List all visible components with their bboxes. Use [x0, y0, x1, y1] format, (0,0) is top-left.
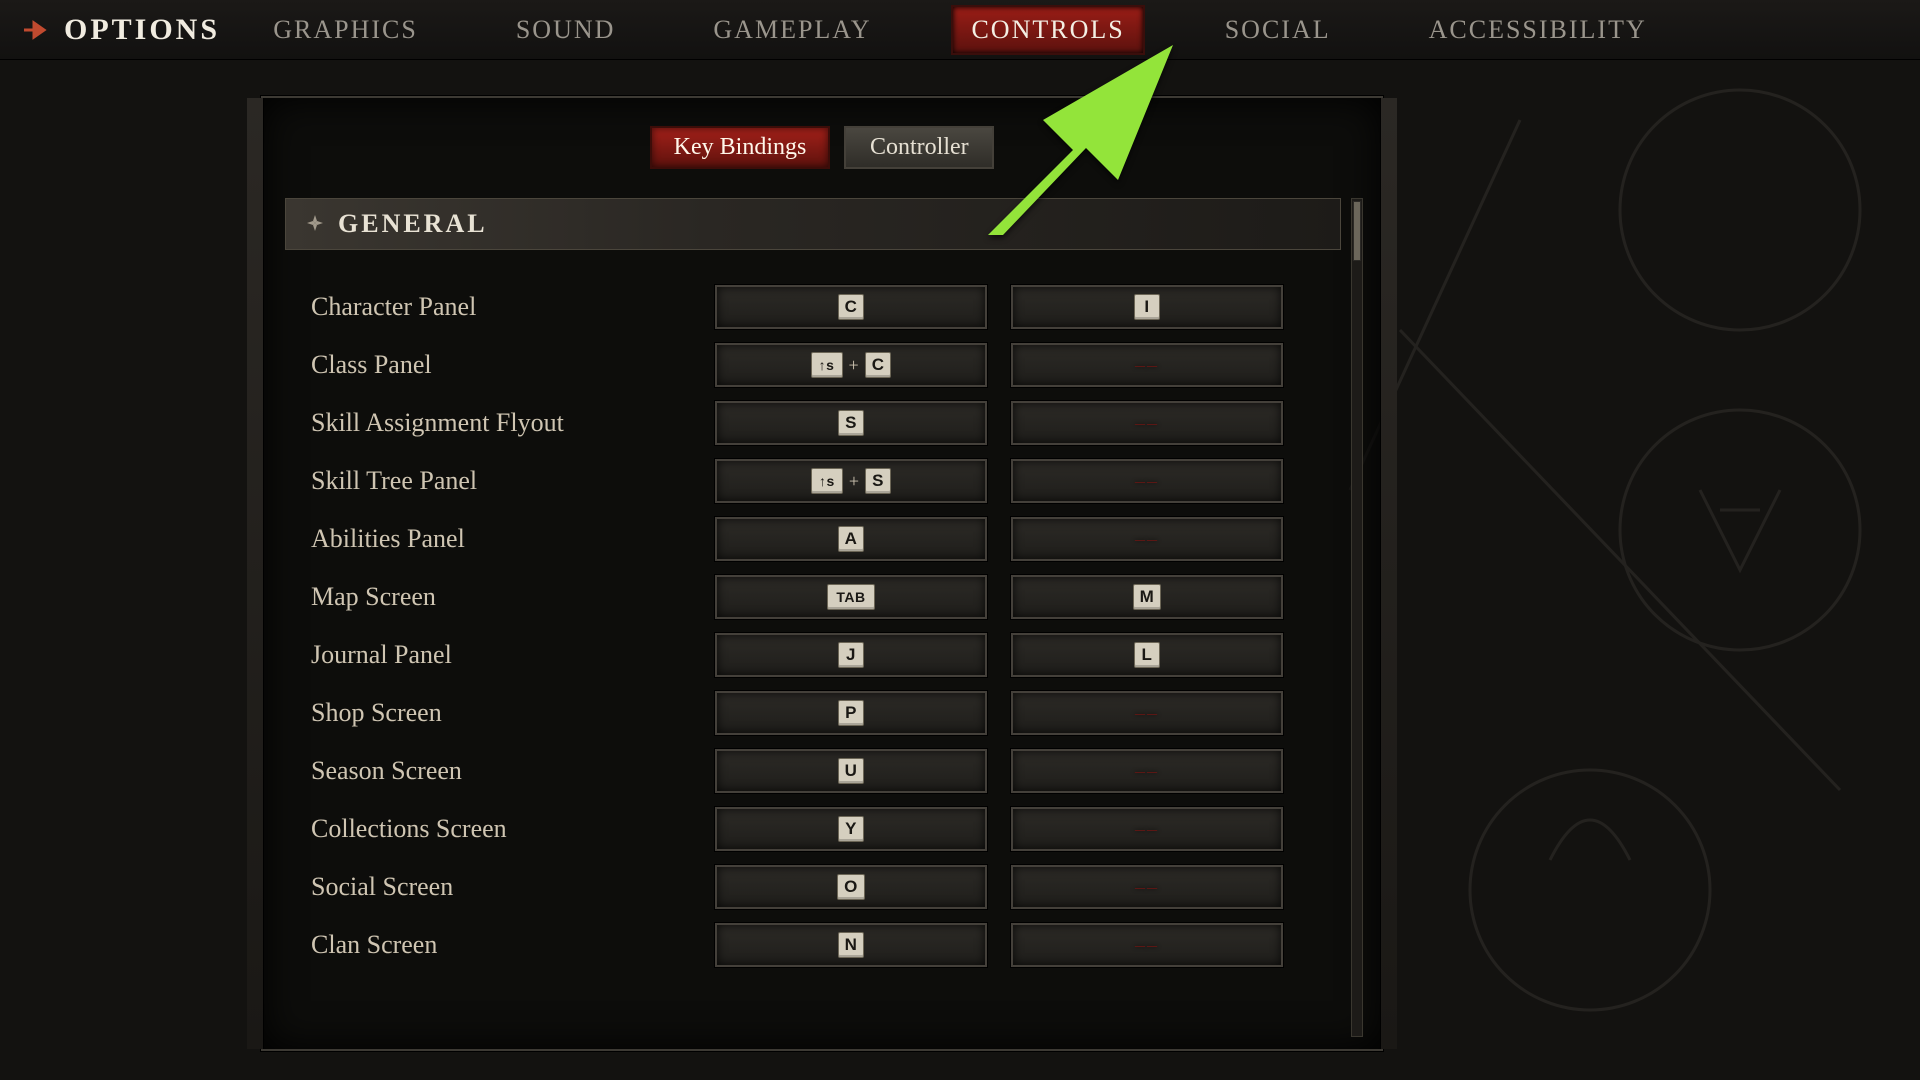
binding-row: Clan Screen N ––: [285, 916, 1341, 974]
unbound-indicator: ––: [1135, 470, 1159, 493]
keycap: P: [838, 700, 864, 726]
binding-label: Shop Screen: [311, 698, 691, 728]
secondary-binding-slot[interactable]: ––: [1011, 923, 1283, 967]
keycap: C: [838, 294, 865, 320]
keycap: S: [865, 468, 891, 494]
secondary-binding-slot[interactable]: ––: [1011, 807, 1283, 851]
primary-binding-slot[interactable]: U: [715, 749, 987, 793]
tab-sound[interactable]: SOUND: [498, 7, 634, 53]
binding-label: Abilities Panel: [311, 524, 691, 554]
secondary-binding-slot[interactable]: L: [1011, 633, 1283, 677]
tab-accessibility[interactable]: ACCESSIBILITY: [1411, 7, 1665, 53]
tab-controls[interactable]: CONTROLS: [951, 5, 1144, 55]
secondary-binding-slot[interactable]: I: [1011, 285, 1283, 329]
unbound-indicator: ––: [1135, 818, 1159, 841]
unbound-indicator: ––: [1135, 412, 1159, 435]
binding-row: Shop Screen P ––: [285, 684, 1341, 742]
primary-binding-slot[interactable]: ↑s + C: [715, 343, 987, 387]
unbound-indicator: ––: [1135, 354, 1159, 377]
primary-binding-slot[interactable]: S: [715, 401, 987, 445]
binding-label: Skill Tree Panel: [311, 466, 691, 496]
background-glyph-art: [1320, 60, 1920, 1080]
keycap: I: [1134, 294, 1160, 320]
primary-binding-slot[interactable]: C: [715, 285, 987, 329]
tab-graphics[interactable]: GRAPHICS: [255, 7, 436, 53]
page-title: OPTIONS: [64, 13, 220, 47]
keycap: A: [838, 526, 865, 552]
binding-row: Skill Tree Panel ↑s + S ––: [285, 452, 1341, 510]
keycap: TAB: [827, 584, 875, 610]
keycap: C: [865, 352, 892, 378]
section-header-general: GENERAL: [285, 198, 1341, 250]
primary-binding-slot[interactable]: J: [715, 633, 987, 677]
unbound-indicator: ––: [1135, 760, 1159, 783]
secondary-binding-slot[interactable]: ––: [1011, 459, 1283, 503]
keycap: O: [837, 874, 865, 900]
binding-label: Season Screen: [311, 756, 691, 786]
binding-label: Class Panel: [311, 350, 691, 380]
secondary-binding-slot[interactable]: ––: [1011, 865, 1283, 909]
unbound-indicator: ––: [1135, 876, 1159, 899]
secondary-binding-slot[interactable]: ––: [1011, 517, 1283, 561]
binding-label: Social Screen: [311, 872, 691, 902]
bindings-scroll-area: GENERAL Character PanelCIClass Panel↑s+C…: [285, 198, 1341, 1037]
binding-label: Map Screen: [311, 582, 691, 612]
keycap: S: [838, 410, 864, 436]
binding-row: Map Screen TAB M: [285, 568, 1341, 626]
bindings-list: Character PanelCIClass Panel↑s+C––Skill …: [285, 278, 1341, 974]
binding-label: Journal Panel: [311, 640, 691, 670]
binding-row: Abilities Panel A ––: [285, 510, 1341, 568]
unbound-indicator: ––: [1135, 528, 1159, 551]
binding-label: Clan Screen: [311, 930, 691, 960]
combo-plus: +: [849, 471, 859, 492]
keycap: ↑s: [811, 352, 843, 378]
controls-panel: Key Bindings Controller GENERAL Characte…: [261, 96, 1383, 1051]
subtab-controller[interactable]: Controller: [844, 126, 994, 169]
keycap: Y: [838, 816, 864, 842]
binding-row: Journal Panel J L: [285, 626, 1341, 684]
keycap: L: [1134, 642, 1160, 668]
section-title: GENERAL: [338, 209, 488, 239]
tab-gameplay[interactable]: GAMEPLAY: [695, 7, 889, 53]
primary-binding-slot[interactable]: Y: [715, 807, 987, 851]
options-cursor-icon: [22, 18, 52, 42]
subtab-key-bindings[interactable]: Key Bindings: [650, 126, 831, 169]
secondary-binding-slot[interactable]: ––: [1011, 749, 1283, 793]
vertical-scrollbar[interactable]: [1351, 198, 1363, 1037]
binding-row: Collections Screen Y ––: [285, 800, 1341, 858]
secondary-binding-slot[interactable]: ––: [1011, 401, 1283, 445]
secondary-binding-slot[interactable]: ––: [1011, 691, 1283, 735]
keycap: N: [838, 932, 865, 958]
secondary-binding-slot[interactable]: ––: [1011, 343, 1283, 387]
unbound-indicator: ––: [1135, 934, 1159, 957]
primary-binding-slot[interactable]: A: [715, 517, 987, 561]
secondary-binding-slot[interactable]: M: [1011, 575, 1283, 619]
section-collapse-icon: [306, 209, 324, 239]
binding-row: Season Screen U ––: [285, 742, 1341, 800]
primary-binding-slot[interactable]: N: [715, 923, 987, 967]
combo-plus: +: [849, 355, 859, 376]
unbound-indicator: ––: [1135, 702, 1159, 725]
primary-binding-slot[interactable]: O: [715, 865, 987, 909]
keycap: U: [838, 758, 865, 784]
binding-label: Skill Assignment Flyout: [311, 408, 691, 438]
binding-label: Collections Screen: [311, 814, 691, 844]
binding-row: Character Panel C I: [285, 278, 1341, 336]
binding-row: Social Screen O ––: [285, 858, 1341, 916]
controls-subtab-strip: Key Bindings Controller: [263, 98, 1381, 189]
binding-label: Character Panel: [311, 292, 691, 322]
primary-binding-slot[interactable]: ↑s + S: [715, 459, 987, 503]
binding-row: Skill Assignment Flyout S ––: [285, 394, 1341, 452]
primary-binding-slot[interactable]: TAB: [715, 575, 987, 619]
keycap: M: [1133, 584, 1162, 610]
settings-tab-strip: GRAPHICS SOUND GAMEPLAY CONTROLS SOCIAL …: [0, 0, 1920, 59]
keycap: ↑s: [811, 468, 843, 494]
keycap: J: [838, 642, 864, 668]
binding-row: Class Panel ↑s + C ––: [285, 336, 1341, 394]
top-bar: OPTIONS GRAPHICS SOUND GAMEPLAY CONTROLS…: [0, 0, 1920, 60]
primary-binding-slot[interactable]: P: [715, 691, 987, 735]
tab-social[interactable]: SOCIAL: [1207, 7, 1349, 53]
scrollbar-thumb[interactable]: [1353, 201, 1361, 261]
